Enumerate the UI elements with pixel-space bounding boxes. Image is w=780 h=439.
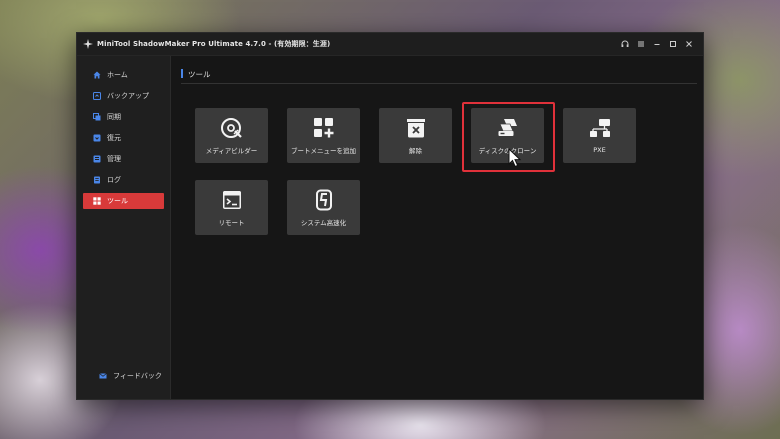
sidebar-item-label: バックアップ: [107, 92, 149, 100]
sidebar-item-label: 同期: [107, 113, 121, 121]
sidebar-item-manage[interactable]: 管理: [83, 151, 164, 167]
sidebar-item-tools[interactable]: ツール: [83, 193, 164, 209]
tool-label: システム高速化: [300, 218, 347, 227]
speedup-icon: [313, 189, 335, 211]
tool-label: ブートメニューを追加: [291, 146, 356, 155]
sidebar: ホーム バックアップ 同期 復元 管理 ログ ツール フィードバック: [77, 56, 171, 399]
feedback-label: フィードバック: [113, 372, 162, 380]
section-title: ツール: [188, 70, 211, 79]
minimize-icon[interactable]: [649, 36, 665, 52]
sidebar-item-label: ホーム: [107, 71, 128, 79]
sidebar-item-restore[interactable]: 復元: [83, 130, 164, 146]
window-title: MiniTool ShadowMaker Pro Ultimate 4.7.0 …: [97, 40, 331, 48]
log-icon: [93, 176, 101, 184]
sidebar-item-home[interactable]: ホーム: [83, 67, 164, 83]
main-panel: ツール メディアビルダー ブートメニューを追加 解除 ディスクのクローン PXE…: [171, 56, 703, 399]
sidebar-item-sync[interactable]: 同期: [83, 109, 164, 125]
tool-remote[interactable]: リモート: [195, 180, 268, 235]
sidebar-item-label: ツール: [107, 197, 128, 205]
tool-label: リモート: [218, 218, 245, 227]
unmount-icon: [405, 117, 427, 139]
sidebar-item-label: ログ: [107, 176, 121, 184]
backup-icon: [93, 92, 101, 100]
maximize-icon[interactable]: [665, 36, 681, 52]
tools-icon: [93, 197, 101, 205]
tool-system-speedup[interactable]: システム高速化: [287, 180, 360, 235]
tool-label: 解除: [409, 146, 422, 155]
tool-label: PXE: [593, 145, 606, 154]
sidebar-item-backup[interactable]: バックアップ: [83, 88, 164, 104]
sync-icon: [93, 113, 101, 121]
title-bar: MiniTool ShadowMaker Pro Ultimate 4.7.0 …: [77, 33, 703, 56]
tool-unmount[interactable]: 解除: [379, 108, 452, 163]
sidebar-item-feedback[interactable]: フィードバック: [89, 368, 180, 384]
section-header: ツール: [181, 69, 697, 84]
home-icon: [93, 71, 101, 79]
app-window: MiniTool ShadowMaker Pro Ultimate 4.7.0 …: [76, 32, 704, 400]
app-logo-icon: [83, 39, 93, 49]
terminal-icon: [221, 189, 243, 211]
headset-icon[interactable]: [617, 36, 633, 52]
tool-media-builder[interactable]: メディアビルダー: [195, 108, 268, 163]
sidebar-item-label: 管理: [107, 155, 121, 163]
tool-pxe[interactable]: PXE: [563, 108, 636, 163]
tool-label: メディアビルダー: [205, 146, 258, 155]
menu-icon[interactable]: [633, 36, 649, 52]
add-grid-icon: [313, 117, 335, 139]
close-icon[interactable]: [681, 36, 697, 52]
section-marker: [181, 69, 183, 78]
sidebar-item-label: 復元: [107, 134, 121, 142]
tool-add-boot-menu[interactable]: ブートメニューを追加: [287, 108, 360, 163]
restore-icon: [93, 134, 101, 142]
mouse-cursor-icon: [508, 147, 522, 168]
disc-icon: [220, 117, 243, 139]
sidebar-item-log[interactable]: ログ: [83, 172, 164, 188]
network-icon: [589, 118, 611, 140]
mail-icon: [99, 372, 107, 380]
manage-icon: [93, 155, 101, 163]
